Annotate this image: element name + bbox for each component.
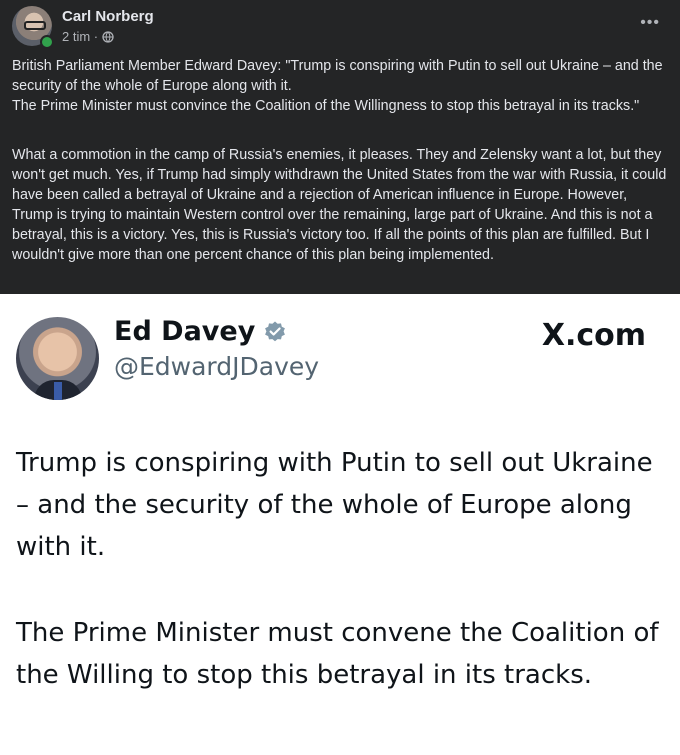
- tweet-text-2: The Prime Minister must convene the Coal…: [16, 618, 659, 690]
- tweet-author-handle: @EdwardJDavey: [114, 352, 320, 381]
- tweet-author-name-row: Ed Davey: [114, 316, 287, 347]
- post-time[interactable]: 2 tim ·: [62, 29, 98, 44]
- post-paragraph-2: What a commotion in the camp of Russia's…: [12, 147, 667, 263]
- avatar-tie-shape: [54, 382, 62, 400]
- more-options-button[interactable]: •••: [640, 14, 660, 32]
- tweet-author-name: Ed Davey: [114, 316, 256, 347]
- online-status-dot: [40, 35, 54, 49]
- facebook-post: Carl Norberg 2 tim · ••• British Parliam…: [0, 0, 680, 294]
- x-logo-source: X.com: [541, 318, 646, 353]
- post-author-name[interactable]: Carl Norberg: [62, 8, 154, 25]
- post-meta: 2 tim ·: [62, 29, 114, 44]
- embedded-tweet-image: Ed Davey @EdwardJDavey X.com Trump is co…: [0, 294, 680, 755]
- globe-icon: [102, 30, 114, 43]
- verified-badge-icon: [265, 321, 286, 341]
- tweet-text-1: Trump is conspiring with Putin to sell o…: [16, 448, 653, 562]
- avatar-glasses-shape: [24, 21, 46, 30]
- post-paragraph-1: British Parliament Member Edward Davey: …: [12, 58, 663, 114]
- tweet-author-avatar: [16, 317, 99, 400]
